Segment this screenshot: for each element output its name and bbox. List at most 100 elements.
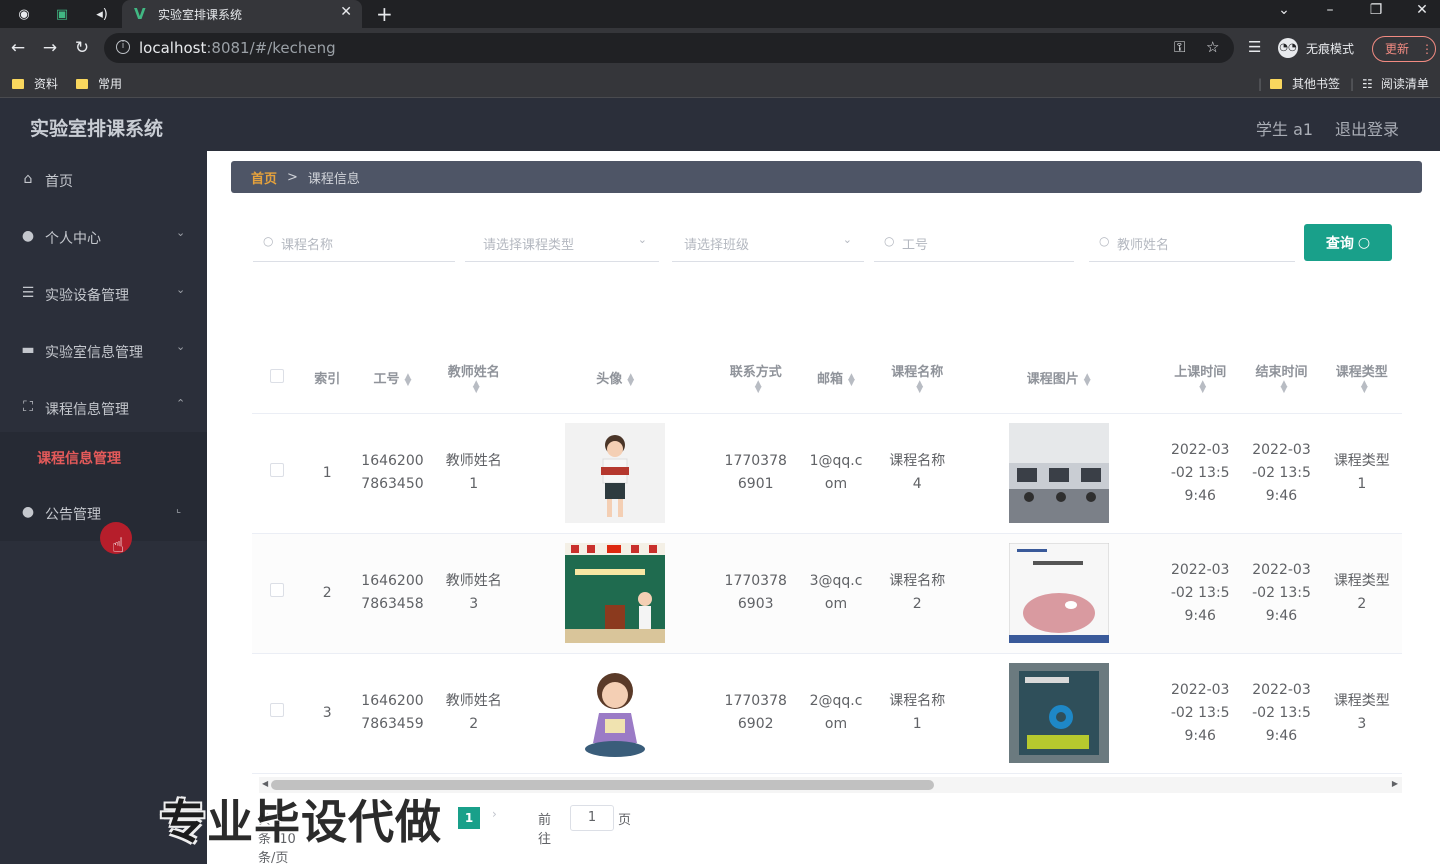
table-row[interactable]: 1 1646200 7863450 教师姓名 1 1770378 6901 1@… xyxy=(252,413,1402,534)
table-row[interactable]: 3 1646200 7863459 教师姓名 2 1770378 6902 2@… xyxy=(252,653,1402,774)
logout-link[interactable]: 退出登录 xyxy=(1335,116,1399,140)
reading-list-icon: ☷ xyxy=(1362,76,1373,91)
incognito-label: 无痕模式 xyxy=(1306,41,1355,56)
sort-icon: ▲ ▼ xyxy=(1083,371,1091,388)
staff-no-input[interactable]: ○ 工号 xyxy=(874,224,1074,262)
kebab-menu-icon[interactable]: ⋮ xyxy=(1421,42,1433,56)
row-index: 3 xyxy=(302,653,353,774)
col-end[interactable]: 结束时间 ▲ ▼ xyxy=(1241,343,1322,414)
course-image xyxy=(1008,423,1109,523)
col-email[interactable]: 邮箱 ▲ ▼ xyxy=(795,343,877,414)
row-course: 课程名称 2 xyxy=(876,533,959,654)
row-staff-no: 1646200 7863450 xyxy=(352,413,433,534)
vue-icon: V xyxy=(134,5,146,23)
bookmark-folder[interactable]: | 其他书签 xyxy=(1258,75,1340,92)
col-start[interactable]: 上课时间 ▲ ▼ xyxy=(1159,343,1242,414)
col-avatar[interactable]: 头像 ▲ ▼ xyxy=(514,343,716,414)
col-course-image[interactable]: 课程图片 ▲ ▼ xyxy=(958,343,1160,414)
app-header: 实验室排课系统 学生 a1 退出登录 xyxy=(0,99,1440,151)
close-window-icon[interactable]: ✕ xyxy=(1412,2,1432,18)
minimize-icon[interactable]: – xyxy=(1320,2,1340,18)
teacher-name-input[interactable]: ○ 教师姓名 xyxy=(1089,224,1295,262)
course-table: 索引 工号 ▲ ▼ 教师姓名 ▲ ▼ 头像 ▲ ▼ 联系方式 ▲ ▼ 邮箱 ▲ ▼ 课程名称 ▲ ▼ 课… xyxy=(252,343,1402,793)
row-avatar xyxy=(514,413,716,534)
sidebar-item-profile[interactable]: ● 个人中心 ⌄ xyxy=(0,208,207,265)
chevron-up-icon: ⌃ xyxy=(176,397,186,410)
address-bar: ← → ↻ i localhost:8081/#/kecheng ⚿ ☆ ☰ ◔… xyxy=(0,28,1440,68)
row-end: 2022-03 -02 13:5 9:46 xyxy=(1241,653,1322,774)
chevron-down-icon[interactable]: ⌄ xyxy=(1274,2,1294,18)
scroll-right-icon[interactable]: ▶ xyxy=(1392,779,1398,788)
bookmark-folder[interactable]: 常用 xyxy=(76,75,122,92)
sliders-icon: ☰ xyxy=(21,285,35,301)
sidebar-item-course[interactable]: ⛶ 课程信息管理 ⌃ xyxy=(0,379,207,436)
bookmark-folder[interactable]: 资料 xyxy=(12,75,58,92)
folder-icon xyxy=(76,78,88,89)
browser-tabbar: ◉ ▣ ◂) V 实验室排课系统 ✕ + ⌄ – ❐ ✕ xyxy=(0,0,1440,28)
search-icon: ○ xyxy=(1357,234,1371,251)
watermark-text: 专业毕设代做 xyxy=(160,795,442,849)
select-all-checkbox[interactable] xyxy=(270,368,285,383)
breadcrumb-home[interactable]: 首页 xyxy=(251,168,277,187)
star-icon[interactable]: ☆ xyxy=(1206,38,1219,56)
reading-list-link[interactable]: | ☷ 阅读清单 xyxy=(1350,75,1429,92)
row-course: 课程名称 4 xyxy=(876,413,959,534)
user-name[interactable]: 学生 a1 xyxy=(1256,116,1313,140)
row-teacher: 教师姓名 1 xyxy=(432,413,515,534)
col-phone[interactable]: 联系方式 ▲ ▼ xyxy=(715,343,796,414)
sidebar-item-lab-info[interactable]: ▬ 实验室信息管理 ⌄ xyxy=(0,322,207,379)
chevron-down-icon: ⌄ xyxy=(176,226,186,239)
row-checkbox[interactable] xyxy=(270,462,285,477)
row-email: 3@qq.c om xyxy=(795,533,877,654)
course-type-select[interactable]: 请选择课程类型 ⌄ xyxy=(465,224,659,262)
app-shortcut-icon[interactable]: ▣ xyxy=(52,4,72,24)
chevron-icon: ⌞ xyxy=(176,502,182,515)
restore-icon[interactable]: ❐ xyxy=(1366,2,1386,18)
sidebar-item-home[interactable]: ⌂ 首页 xyxy=(0,151,207,208)
avatar-image xyxy=(565,663,666,763)
row-email: 2@qq.c om xyxy=(795,653,877,774)
globe-icon[interactable]: ◉ xyxy=(14,4,34,24)
info-icon[interactable]: i xyxy=(116,40,130,54)
search-icon: ○ xyxy=(884,234,895,248)
update-button[interactable]: 更新 ⋮ xyxy=(1372,36,1436,62)
url-input[interactable]: i localhost:8081/#/kecheng ⚿ ☆ xyxy=(104,33,1234,63)
row-staff-no: 1646200 7863459 xyxy=(352,653,433,774)
sidebar-subitem-course-info[interactable]: 课程信息管理 xyxy=(0,432,207,484)
row-start: 2022-03 -02 13:5 9:46 xyxy=(1159,653,1242,774)
col-course[interactable]: 课程名称 ▲ ▼ xyxy=(876,343,959,414)
row-avatar xyxy=(514,533,716,654)
row-email: 1@qq.c om xyxy=(795,413,877,534)
col-staff-no[interactable]: 工号 ▲ ▼ xyxy=(352,343,433,414)
sidebar-item-equipment[interactable]: ☰ 实验设备管理 ⌄ xyxy=(0,265,207,322)
goto-page-input[interactable]: 1 xyxy=(570,805,614,831)
reading-list-icon[interactable]: ☰ xyxy=(1248,38,1261,56)
row-staff-no: 1646200 7863458 xyxy=(352,533,433,654)
select-all-cell xyxy=(252,343,303,414)
new-tab-icon[interactable]: + xyxy=(376,2,393,26)
close-icon[interactable]: ✕ xyxy=(340,4,352,20)
back-icon[interactable]: ← xyxy=(8,38,28,58)
search-button[interactable]: 查询 ○ xyxy=(1304,224,1392,261)
row-end: 2022-03 -02 13:5 9:46 xyxy=(1241,413,1322,534)
row-checkbox[interactable] xyxy=(270,582,285,597)
forward-icon[interactable]: → xyxy=(40,38,60,58)
browser-tab[interactable]: V 实验室排课系统 ✕ xyxy=(122,0,362,28)
page-number[interactable]: 1 xyxy=(458,807,480,829)
row-type: 课程类型 2 xyxy=(1321,533,1402,654)
next-page-icon[interactable]: › xyxy=(492,807,497,821)
row-avatar xyxy=(514,653,716,774)
speaker-icon[interactable]: ◂) xyxy=(92,4,112,24)
class-select[interactable]: 请选择班级 ⌄ xyxy=(672,224,864,262)
folder-icon xyxy=(1270,78,1283,89)
sort-icon: ▲ ▼ xyxy=(1199,379,1207,396)
incognito-indicator[interactable]: ◔◔ 无痕模式 xyxy=(1278,37,1354,59)
reload-icon[interactable]: ↻ xyxy=(72,38,92,58)
col-teacher[interactable]: 教师姓名 ▲ ▼ xyxy=(432,343,515,414)
col-type[interactable]: 课程类型 ▲ ▼ xyxy=(1321,343,1402,414)
table-row[interactable]: 2 1646200 7863458 教师姓名 3 1770378 6903 3@… xyxy=(252,533,1402,654)
row-checkbox[interactable] xyxy=(270,702,285,717)
row-type: 课程类型 3 xyxy=(1321,653,1402,774)
key-icon[interactable]: ⚿ xyxy=(1174,38,1185,56)
course-name-input[interactable]: ○ 课程名称 xyxy=(253,224,455,262)
